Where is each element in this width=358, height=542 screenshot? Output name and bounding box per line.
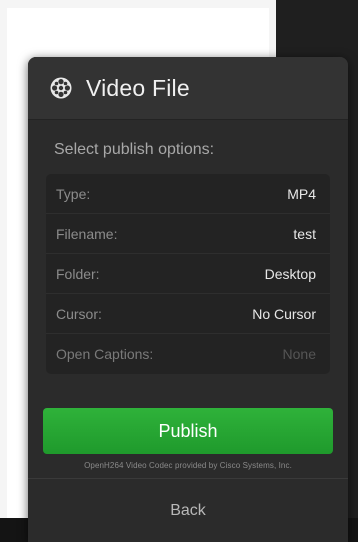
dialog-title: Video File: [86, 74, 190, 101]
option-value: None: [282, 346, 316, 362]
dialog-subtitle: Select publish options:: [54, 141, 215, 158]
option-type[interactable]: Type: MP4: [46, 174, 330, 214]
option-cursor[interactable]: Cursor: No Cursor: [46, 294, 330, 334]
option-label: Type:: [56, 185, 91, 202]
option-label: Filename:: [56, 225, 118, 242]
publish-button[interactable]: Publish: [43, 408, 333, 454]
options-list: Type: MP4 Filename: test Folder: Desktop…: [46, 174, 330, 374]
option-value: No Cursor: [252, 305, 316, 322]
dialog-header: Video File: [28, 57, 348, 120]
option-open-captions: Open Captions: None: [46, 334, 330, 374]
option-folder[interactable]: Folder: Desktop: [46, 254, 330, 294]
option-value: MP4: [287, 185, 316, 202]
option-label: Folder:: [56, 265, 100, 282]
back-button[interactable]: Back: [28, 479, 348, 542]
option-label: Cursor:: [56, 305, 102, 322]
option-label: Open Captions:: [56, 346, 154, 362]
option-value: test: [293, 225, 316, 242]
option-filename[interactable]: Filename: test: [46, 214, 330, 254]
codec-attribution: OpenH264 Video Codec provided by Cisco S…: [84, 461, 292, 470]
publish-dialog: Video File Select publish options: Type:…: [28, 57, 348, 542]
film-reel-icon: [50, 77, 72, 99]
option-value: Desktop: [264, 265, 316, 282]
